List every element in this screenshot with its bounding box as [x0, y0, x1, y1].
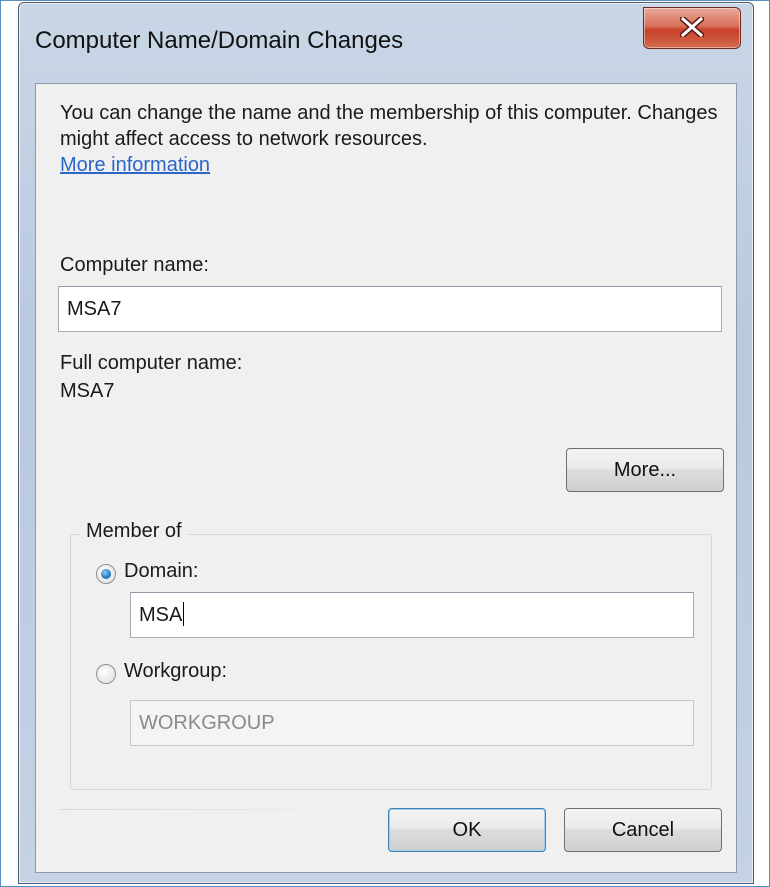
member-of-title: Member of: [80, 520, 188, 543]
workgroup-label[interactable]: Workgroup:: [124, 660, 227, 683]
more-button[interactable]: More...: [566, 448, 724, 492]
domain-input[interactable]: MSA: [130, 592, 694, 638]
domain-radio[interactable]: [96, 564, 116, 584]
full-computer-name-label: Full computer name:: [60, 352, 243, 374]
close-icon: [680, 17, 704, 37]
window-title: Computer Name/Domain Changes: [35, 27, 404, 54]
domain-value: MSA: [139, 604, 183, 626]
ok-button[interactable]: OK: [388, 808, 546, 852]
text-caret: [183, 602, 185, 626]
intro-text-block: You can change the name and the membersh…: [60, 100, 730, 178]
dialog-body: You can change the name and the membersh…: [35, 83, 737, 873]
more-information-link[interactable]: More information: [60, 154, 210, 176]
workgroup-input: WORKGROUP: [130, 700, 694, 746]
domain-label[interactable]: Domain:: [124, 560, 198, 583]
computer-name-input[interactable]: MSA7: [58, 286, 722, 332]
computer-name-label: Computer name:: [60, 254, 209, 276]
full-computer-name-value: MSA7: [60, 380, 115, 402]
dialog-window: Computer Name/Domain Changes You can cha…: [18, 2, 754, 884]
computer-name-value: MSA7: [67, 298, 122, 320]
title-bar[interactable]: Computer Name/Domain Changes: [19, 3, 753, 81]
workgroup-value: WORKGROUP: [139, 712, 275, 734]
close-button[interactable]: [643, 7, 741, 49]
cancel-button[interactable]: Cancel: [564, 808, 722, 852]
divider: [60, 809, 360, 810]
workgroup-radio[interactable]: [96, 664, 116, 684]
intro-description: You can change the name and the membersh…: [60, 102, 718, 150]
